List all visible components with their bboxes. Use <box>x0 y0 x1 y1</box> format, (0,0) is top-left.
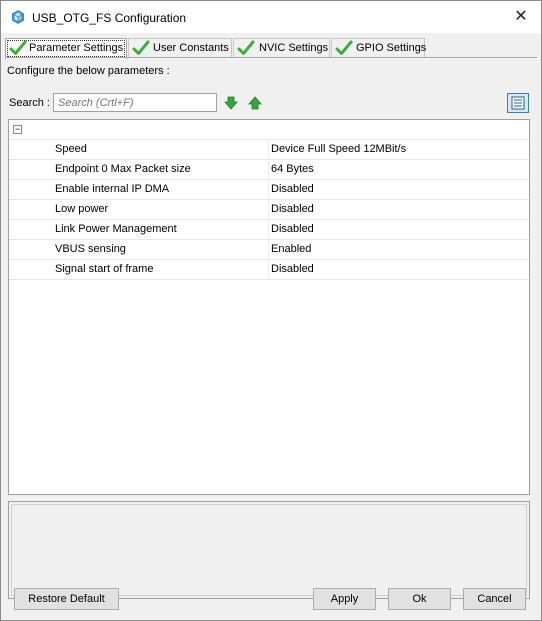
tab-parameter-settings[interactable]: Parameter Settings <box>5 38 127 59</box>
tab-label: Parameter Settings <box>29 42 124 54</box>
parameter-value[interactable]: 64 Bytes <box>271 163 314 175</box>
list-view-button[interactable] <box>507 93 529 113</box>
table-row[interactable]: VBUS sensing Enabled <box>9 240 529 260</box>
checkmark-icon <box>237 40 255 55</box>
table-row[interactable]: Endpoint 0 Max Packet size 64 Bytes <box>9 160 529 180</box>
close-button[interactable]: ✕ <box>501 1 541 33</box>
parameter-name: Signal start of frame <box>55 263 154 275</box>
column-divider <box>268 260 269 280</box>
restore-default-button[interactable]: Restore Default <box>14 588 119 610</box>
configuration-window: USB_OTG_FS Configuration ✕ Parameter Set… <box>0 0 542 621</box>
parameter-value[interactable]: Disabled <box>271 223 314 235</box>
table-row[interactable]: Signal start of frame Disabled <box>9 260 529 280</box>
column-divider <box>268 180 269 200</box>
tab-panel-border <box>5 57 537 58</box>
tab-nvic-settings[interactable]: NVIC Settings <box>233 38 330 57</box>
cancel-button[interactable]: Cancel <box>463 588 526 610</box>
checkmark-icon <box>335 40 353 55</box>
list-icon <box>511 96 525 110</box>
tab-label: NVIC Settings <box>259 42 329 54</box>
window-title: USB_OTG_FS Configuration <box>32 11 187 25</box>
arrow-down-icon[interactable] <box>224 96 238 110</box>
description-area <box>11 504 527 596</box>
column-divider <box>268 220 269 240</box>
close-icon: ✕ <box>514 8 528 25</box>
apply-button[interactable]: Apply <box>313 588 376 610</box>
table-row[interactable]: Link Power Management Disabled <box>9 220 529 240</box>
parameter-name: Low power <box>55 203 109 215</box>
column-divider <box>268 140 269 160</box>
table-row[interactable]: Low power Disabled <box>9 200 529 220</box>
parameter-name: Endpoint 0 Max Packet size <box>55 163 191 175</box>
configure-instructions: Configure the below parameters : <box>7 65 170 77</box>
parameter-name: Link Power Management <box>55 223 177 235</box>
arrow-up-icon[interactable] <box>248 96 262 110</box>
checkmark-icon <box>132 40 150 55</box>
parameter-value[interactable]: Device Full Speed 12MBit/s <box>271 143 406 155</box>
tab-user-constants[interactable]: User Constants <box>128 38 232 57</box>
column-divider <box>268 200 269 220</box>
search-label: Search : <box>9 97 50 109</box>
parameter-value[interactable]: Disabled <box>271 263 314 275</box>
table-row[interactable]: Enable internal IP DMA Disabled <box>9 180 529 200</box>
collapse-toggle-icon[interactable]: − <box>13 125 22 134</box>
column-divider <box>268 240 269 260</box>
parameter-name: Speed <box>55 143 87 155</box>
tab-label: GPIO Settings <box>356 42 427 54</box>
description-panel <box>8 501 530 599</box>
parameter-name: VBUS sensing <box>55 243 126 255</box>
tab-gpio-settings[interactable]: GPIO Settings <box>331 38 427 57</box>
tab-label: User Constants <box>153 42 229 54</box>
app-cube-icon <box>12 10 24 24</box>
checkmark-icon <box>9 40 27 55</box>
table-row[interactable]: Speed Device Full Speed 12MBit/s <box>9 140 529 160</box>
parameter-value[interactable]: Disabled <box>271 203 314 215</box>
title-bar[interactable]: USB_OTG_FS Configuration ✕ <box>1 1 541 33</box>
search-input[interactable] <box>53 93 217 112</box>
column-divider <box>268 160 269 180</box>
ok-button[interactable]: Ok <box>388 588 451 610</box>
parameter-value[interactable]: Disabled <box>271 183 314 195</box>
parameter-table: − Speed Device Full Speed 12MBit/s Endpo… <box>8 119 530 495</box>
parameter-value[interactable]: Enabled <box>271 243 311 255</box>
parameter-name: Enable internal IP DMA <box>55 183 170 195</box>
